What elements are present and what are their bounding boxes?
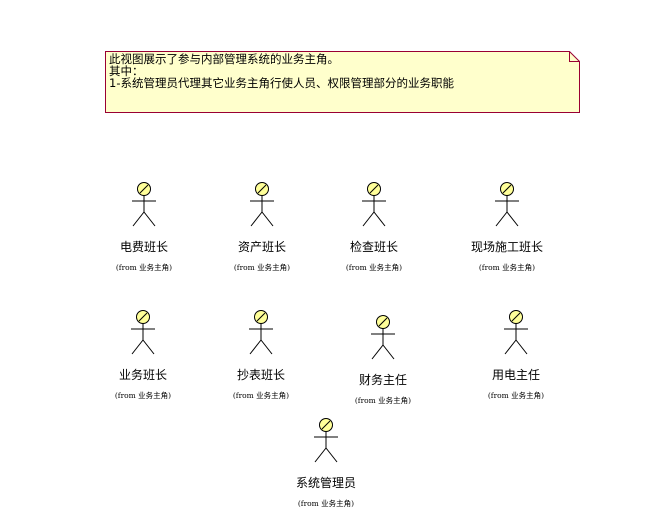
- actor-figure-icon: [495, 182, 519, 227]
- actor-figure-icon: [362, 182, 386, 227]
- actor-from: (from 业务主角): [114, 391, 172, 400]
- actor-from: (from 业务主角): [232, 391, 290, 400]
- actor-figure-icon: [131, 310, 155, 355]
- actor-from: (from 业务主角): [115, 263, 173, 272]
- actor-from: (from 业务主角): [487, 391, 545, 400]
- note-text: 此视图展示了参与内部管理系统的业务主角。 其中： 1-系统管理员代理其它业务主角行使…: [109, 53, 569, 89]
- note-line: 此视图展示了参与内部管理系统的业务主角。: [109, 52, 339, 66]
- diagram-canvas: 此视图展示了参与内部管理系统的业务主角。 其中： 1-系统管理员代理其它业务主角行使…: [0, 0, 672, 525]
- note-line: 1-系统管理员代理其它业务主角行使人员、权限管理部分的业务职能: [109, 76, 454, 90]
- actor-figure-icon: [371, 315, 395, 360]
- actor-figure-icon: [250, 182, 274, 227]
- actor-name: 检查班长: [349, 240, 398, 254]
- actor-name: 财务主任: [358, 373, 407, 387]
- actor-figure-icon: [504, 310, 528, 355]
- actor-from: (from 业务主角): [478, 263, 536, 272]
- actor-from: (from 业务主角): [345, 263, 403, 272]
- actor-figure-icon: [249, 310, 273, 355]
- actor-name: 系统管理员: [295, 476, 356, 490]
- actor-name: 现场施工班长: [470, 240, 543, 254]
- actor-from: (from 业务主角): [354, 396, 412, 405]
- actor-name: 资产班长: [237, 240, 286, 254]
- actor-figure-icon: [132, 182, 156, 227]
- diagram-note[interactable]: 此视图展示了参与内部管理系统的业务主角。 其中： 1-系统管理员代理其它业务主角行使…: [105, 51, 580, 113]
- actor-name: 用电主任: [491, 368, 540, 382]
- actor-name: 业务班长: [118, 368, 167, 382]
- actor-from: (from 业务主角): [297, 499, 355, 508]
- actor-from: (from 业务主角): [233, 263, 291, 272]
- actor-figure-icon: [314, 418, 338, 463]
- actor-name: 抄表班长: [236, 368, 285, 382]
- actor-name: 电费班长: [119, 240, 168, 254]
